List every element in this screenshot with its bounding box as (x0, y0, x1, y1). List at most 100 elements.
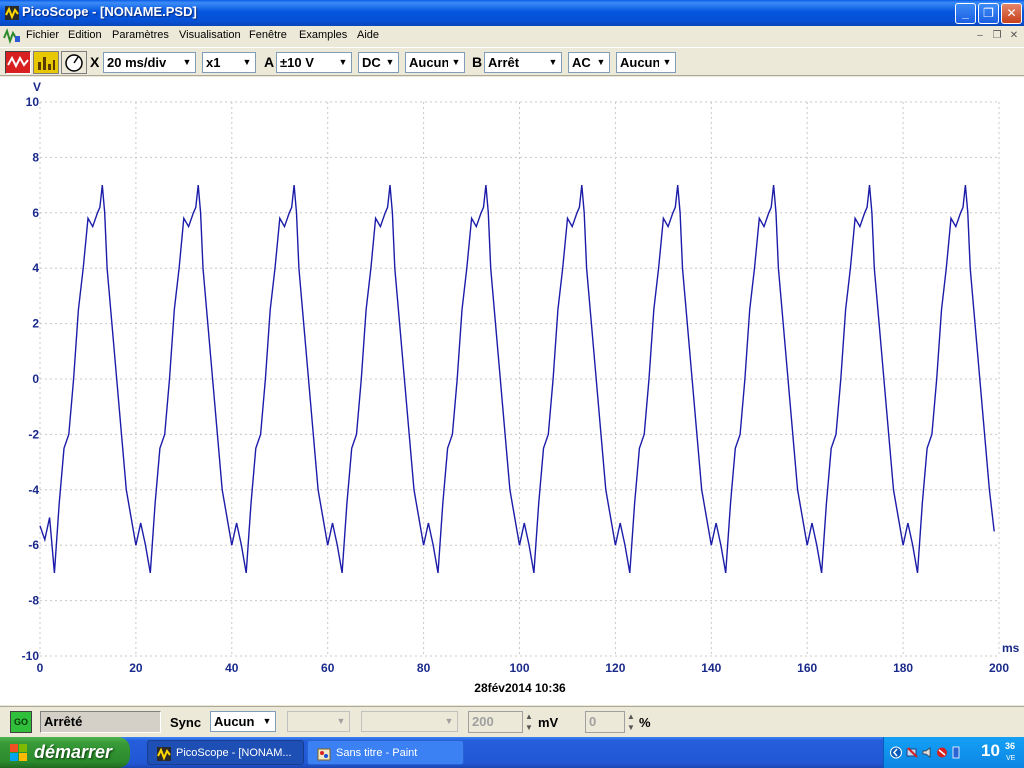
y-tick-label: -8 (28, 594, 39, 608)
x-tick-label: 80 (417, 661, 431, 675)
meter-mode-button[interactable] (61, 51, 87, 74)
channel-b-coupling-select[interactable]: AC ▼ (568, 52, 610, 73)
y-tick-label: 4 (32, 261, 39, 275)
x-tick-label: 180 (893, 661, 913, 675)
clock-day: VE (1006, 755, 1016, 762)
timebase-value: 20 ms/div (107, 55, 167, 70)
y-tick-label: -6 (28, 538, 39, 552)
trigger-level-unit: mV (538, 715, 559, 730)
grid (39, 101, 1000, 657)
menu-aide[interactable]: Aide (357, 29, 379, 41)
x-tick-label: 200 (989, 661, 1009, 675)
y-tick-label: 0 (32, 372, 39, 386)
channel-b-range-value: Arrêt (488, 55, 520, 70)
y-tick-label: 6 (32, 206, 39, 220)
channel-a-coupling-value: DC (362, 55, 381, 70)
menu-visualisation[interactable]: Visualisation (179, 29, 241, 41)
y-tick-label: -4 (28, 483, 39, 497)
taskbar-item-paint[interactable]: Sans titre - Paint (307, 740, 464, 765)
menu-fenetre[interactable]: Fenêtre (249, 29, 287, 41)
sync-select[interactable]: Aucun ▼ (210, 711, 276, 732)
taskbar-item-label: PicoScope - [NONAM... (176, 747, 292, 759)
trigger-channel-select[interactable]: ▼ (287, 711, 350, 732)
chevron-down-icon: ▼ (382, 53, 398, 72)
status-bar: GO Arrêté Sync Aucun ▼ ▼ ▼ 200 ▲ ▼ mV 0 ▲… (0, 706, 1024, 736)
document-icon[interactable] (3, 28, 21, 44)
multiplier-select[interactable]: x1 ▼ (202, 52, 256, 73)
x-tick-label: 140 (701, 661, 721, 675)
window-title-bar[interactable]: PicoScope - [NONAME.PSD] _ ❐ ✕ (0, 0, 1024, 26)
oscilloscope-view[interactable]: 0 20 40 60 80 100 120 140 160 180 200 10 8 6 4 2 0 -2 -4 -6… (0, 77, 1024, 705)
mdi-minimize-button[interactable]: – (972, 29, 988, 43)
menu-fichier[interactable]: Fichier (26, 29, 59, 41)
start-label: démarrer (34, 742, 113, 762)
x-tick-label: 40 (225, 661, 239, 675)
mdi-close-button[interactable]: ✕ (1006, 29, 1022, 43)
x-tick-label: 60 (321, 661, 335, 675)
meter-mode-icon (65, 54, 83, 72)
mdi-restore-button[interactable]: ❐ (989, 29, 1005, 43)
channel-a-filter-value: Aucun (409, 55, 450, 70)
picoscope-app-icon (157, 747, 171, 761)
x-tick-label: 160 (797, 661, 817, 675)
taskbar-item-picoscope[interactable]: PicoScope - [NONAM... (147, 740, 304, 765)
spinner-arrows-icon[interactable]: ▲ ▼ (523, 711, 535, 733)
volume-icon[interactable] (922, 746, 934, 759)
network-icon[interactable] (906, 746, 918, 759)
channel-b-filter-value: Aucun (620, 55, 661, 70)
tick-labels: 0 20 40 60 80 100 120 140 160 180 2001086420-2-4-6… (22, 95, 1010, 675)
x-tick-label: 100 (509, 661, 529, 675)
trigger-level-input[interactable]: 200 ▲ ▼ (468, 711, 533, 733)
y-tick-label: -2 (28, 427, 39, 441)
channel-b-filter-select[interactable]: Aucun ▼ (616, 52, 676, 73)
window-title: PicoScope - [NONAME.PSD] (22, 4, 197, 19)
x-axis-unit-label: ms (1002, 641, 1020, 655)
channel-b-range-select[interactable]: Arrêt ▼ (484, 52, 562, 73)
pre-trigger-input[interactable]: 0 ▲ ▼ (585, 711, 635, 733)
x-tick-label: 20 (129, 661, 143, 675)
pre-trigger-unit: % (639, 715, 651, 730)
clock-hours[interactable]: 10 (981, 741, 1000, 761)
wireless-icon[interactable] (936, 746, 948, 759)
tray-expand-icon[interactable] (890, 746, 902, 759)
menu-parametres[interactable]: Paramètres (112, 29, 169, 41)
channel-a-filter-select[interactable]: Aucun ▼ (405, 52, 465, 73)
restore-button[interactable]: ❐ (978, 3, 999, 24)
start-button[interactable]: démarrer (0, 737, 130, 768)
chevron-down-icon: ▼ (335, 53, 351, 72)
trigger-direction-select[interactable]: ▼ (361, 711, 458, 732)
capture-timestamp: 28fév2014 10:36 (474, 681, 566, 695)
y-axis-unit-label: V (33, 80, 41, 94)
close-button[interactable]: ✕ (1001, 3, 1022, 24)
spectrum-mode-button[interactable] (33, 51, 59, 74)
chevron-down-icon: ▼ (441, 712, 457, 731)
menu-edition[interactable]: Edition (68, 29, 102, 41)
y-tick-label: 2 (32, 317, 39, 331)
spectrum-mode-icon (34, 52, 58, 73)
go-button[interactable]: GO (10, 711, 32, 733)
channel-b-label: B (472, 54, 483, 70)
timebase-select[interactable]: 20 ms/div ▼ (103, 52, 196, 73)
channel-a-label: A (264, 54, 275, 70)
scope-mode-icon (6, 52, 30, 73)
channel-a-coupling-select[interactable]: DC ▼ (358, 52, 399, 73)
chevron-down-icon: ▼ (179, 53, 195, 72)
chevron-down-icon: ▼ (333, 712, 349, 731)
battery-icon[interactable] (950, 746, 962, 759)
windows-taskbar: démarrer PicoScope - [NONAM... Sans titr… (0, 737, 1024, 768)
chevron-down-icon: ▼ (593, 53, 609, 72)
channel-a-range-select[interactable]: ±10 V ▼ (276, 52, 352, 73)
sync-value: Aucun (214, 714, 255, 729)
chevron-down-icon: ▼ (259, 712, 275, 731)
menu-bar: Fichier Edition Paramètres Visualisation… (0, 26, 1024, 46)
pre-trigger-value: 0 (589, 714, 597, 729)
spinner-arrows-icon[interactable]: ▲ ▼ (625, 711, 637, 733)
scope-mode-button[interactable] (5, 51, 31, 74)
paint-app-icon (317, 748, 331, 761)
scope-chart[interactable]: 0 20 40 60 80 100 120 140 160 180 2001086420-2-4-6… (0, 77, 1024, 705)
chevron-down-icon: ▼ (659, 53, 675, 72)
taskbar-item-label: Sans titre - Paint (336, 747, 418, 759)
minimize-button[interactable]: _ (955, 3, 976, 24)
channel-a-range-value: ±10 V (280, 55, 314, 70)
menu-examples[interactable]: Examples (299, 29, 347, 41)
